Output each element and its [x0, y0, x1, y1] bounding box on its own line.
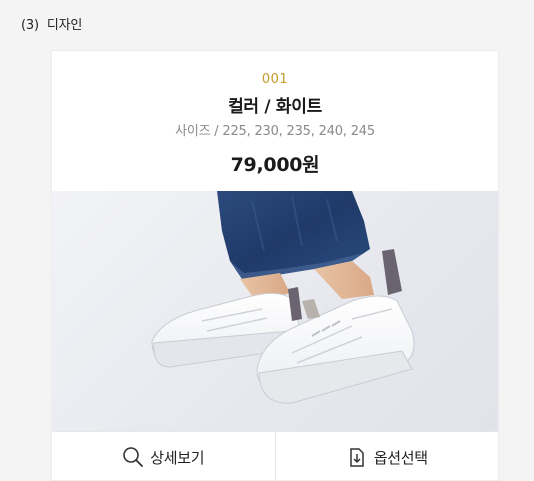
download-icon: [349, 448, 364, 467]
product-code: 001: [261, 72, 289, 87]
product-image: [52, 191, 498, 431]
section-number: (3): [21, 18, 39, 33]
detail-button[interactable]: 상세보기: [52, 432, 275, 480]
page: (3) 디자인 001 컬러 / 화이트 사이즈 / 225, 230, 235,…: [0, 0, 534, 481]
sneaker-illustration: [151, 191, 415, 404]
product-card: 001 컬러 / 화이트 사이즈 / 225, 230, 235, 240, 2…: [51, 50, 499, 481]
card-actions: 상세보기 옵션선택: [52, 431, 499, 480]
section-heading: (3) 디자인: [21, 14, 82, 33]
option-select-button[interactable]: 옵션선택: [274, 432, 499, 480]
search-icon: [123, 447, 144, 467]
section-title: 디자인: [46, 18, 83, 33]
product-sizes: 사이즈 / 225, 230, 235, 240, 245: [175, 124, 375, 139]
product-name: 컬러 / 화이트: [228, 97, 322, 117]
detail-button-label: 상세보기: [150, 448, 205, 467]
product-price: 79,000원: [230, 154, 320, 176]
product-info: 001 컬러 / 화이트 사이즈 / 225, 230, 235, 240, 2…: [52, 51, 498, 191]
option-select-label: 옵션선택: [373, 448, 428, 467]
